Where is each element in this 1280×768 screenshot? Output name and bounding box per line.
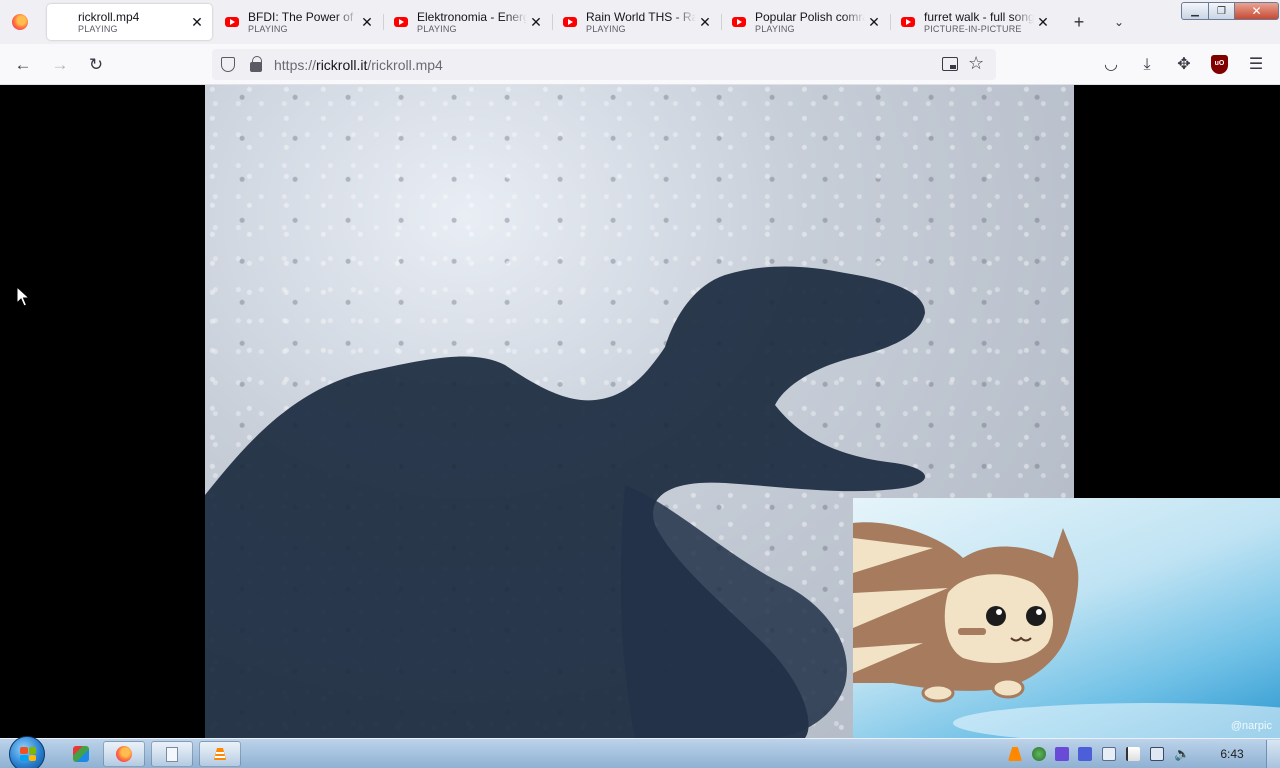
extensions-puzzle-icon[interactable]: ✥ (1171, 52, 1197, 78)
tab-favicon (55, 17, 69, 27)
start-button[interactable] (9, 736, 45, 768)
new-tab-button[interactable]: + (1067, 11, 1091, 33)
tab-polish-comrade[interactable]: Popular Polish comrade PLAYING ✕ (724, 4, 889, 40)
notepad-icon (166, 746, 178, 762)
tab-close-icon[interactable]: ✕ (527, 13, 545, 31)
tab-close-icon[interactable]: ✕ (865, 13, 883, 31)
taskbar-clock[interactable]: 6:43 (1212, 747, 1252, 761)
tray-network-monitor-icon[interactable] (1150, 747, 1164, 761)
restore-button[interactable]: ❐ (1209, 2, 1235, 20)
firefox-icon (116, 746, 132, 762)
taskbar-app-paint[interactable] (66, 741, 96, 767)
furret-illustration (853, 522, 1280, 738)
tab-close-icon[interactable]: ✕ (358, 13, 376, 31)
tab-rain-world[interactable]: Rain World THS - Rain PLAYING ✕ (555, 4, 720, 40)
picture-in-picture-icon[interactable] (942, 57, 958, 71)
taskbar-app-notepad[interactable] (151, 741, 193, 767)
tab-status: PLAYING (78, 23, 118, 34)
youtube-icon (563, 17, 577, 27)
tracking-protection-shield-icon[interactable] (221, 57, 235, 72)
downloads-icon[interactable]: ⤓ (1134, 52, 1160, 78)
pocket-icon[interactable]: ◡ (1098, 52, 1124, 78)
tab-elektronomia[interactable]: Elektronomia - Energy PLAYING ✕ (386, 4, 551, 40)
tray-document-icon[interactable] (1102, 747, 1116, 761)
tab-close-icon[interactable]: ✕ (1034, 13, 1052, 31)
reload-icon[interactable]: ↻ (83, 52, 109, 78)
youtube-icon (225, 17, 239, 27)
tab-close-icon[interactable]: ✕ (696, 13, 714, 31)
tab-title: rickroll.mp4 (78, 9, 140, 24)
minimize-button[interactable]: ▁ (1181, 2, 1209, 20)
tab-title: BFDI: The Power of Two (248, 9, 358, 24)
forward-arrow-icon[interactable]: → (47, 52, 73, 78)
mouse-cursor-icon (16, 286, 30, 307)
windows-flag-icon (20, 747, 36, 761)
lock-icon[interactable] (250, 56, 262, 72)
tray-vlc-icon[interactable] (1008, 747, 1022, 761)
tab-separator (383, 14, 384, 30)
taskbar-app-firefox[interactable] (103, 741, 145, 767)
paint-icon (73, 746, 89, 762)
tray-volume-icon[interactable]: 🔈 (1174, 747, 1190, 761)
tab-status: PLAYING (417, 23, 457, 34)
tab-status: PLAYING (755, 23, 795, 34)
window-controls: ▁ ❐ ✕ (1181, 2, 1279, 20)
tab-separator (552, 14, 553, 30)
firefox-icon (12, 14, 28, 30)
tab-title: furret walk - full song (924, 9, 1034, 24)
tab-separator (721, 14, 722, 30)
tray-action-center-flag-icon[interactable] (1126, 747, 1140, 761)
tab-furret-walk[interactable]: furret walk - full song PICTURE-IN-PICTU… (893, 4, 1058, 40)
tab-status: PICTURE-IN-PICTURE (924, 23, 1022, 34)
firefox-view-button[interactable] (0, 0, 40, 44)
screen: rickroll.mp4 PLAYING ✕ BFDI: The Power o… (0, 0, 1280, 768)
tab-close-icon[interactable]: ✕ (188, 13, 206, 31)
tab-bfdi[interactable]: BFDI: The Power of Two PLAYING ✕ (217, 4, 382, 40)
back-arrow-icon[interactable]: ← (10, 52, 36, 78)
hamburger-menu-icon[interactable]: ☰ (1243, 52, 1269, 78)
youtube-icon (732, 17, 746, 27)
taskbar: 🔈 6:43 (0, 736, 1280, 768)
picture-in-picture-window[interactable]: @narpic (853, 498, 1280, 738)
tab-title: Elektronomia - Energy (417, 9, 527, 24)
tab-status: PLAYING (248, 23, 288, 34)
bookmark-star-icon[interactable]: ☆ (968, 53, 984, 74)
tab-separator (890, 14, 891, 30)
ublock-origin-icon[interactable]: uO (1211, 55, 1228, 74)
url-bar[interactable]: https://rickroll.it/rickroll.mp4 ☆ (212, 49, 996, 80)
tab-rickroll[interactable]: rickroll.mp4 PLAYING ✕ (47, 4, 212, 40)
url-text[interactable]: https://rickroll.it/rickroll.mp4 (274, 57, 443, 73)
tab-status: PLAYING (586, 23, 626, 34)
list-all-tabs-chevron-icon[interactable]: ⌄ (1107, 11, 1131, 33)
tab-strip: rickroll.mp4 PLAYING ✕ BFDI: The Power o… (0, 0, 1280, 44)
taskbar-app-vlc[interactable] (199, 741, 241, 767)
youtube-icon (394, 17, 408, 27)
vlc-icon (214, 748, 226, 760)
tray-microphone-icon[interactable] (1055, 747, 1069, 761)
close-window-button[interactable]: ✕ (1235, 2, 1279, 20)
navigation-toolbar: ← → ↻ https://rickroll.it/rickroll.mp4 ☆… (0, 44, 1280, 85)
youtube-icon (901, 17, 915, 27)
tray-network-globe-icon[interactable] (1032, 747, 1046, 761)
tray-app-icon[interactable] (1078, 747, 1092, 761)
show-desktop-button[interactable] (1266, 740, 1280, 768)
tab-title: Rain World THS - Rain (586, 9, 696, 24)
pip-watermark: @narpic (1230, 720, 1272, 732)
tab-title: Popular Polish comrade (755, 9, 865, 24)
